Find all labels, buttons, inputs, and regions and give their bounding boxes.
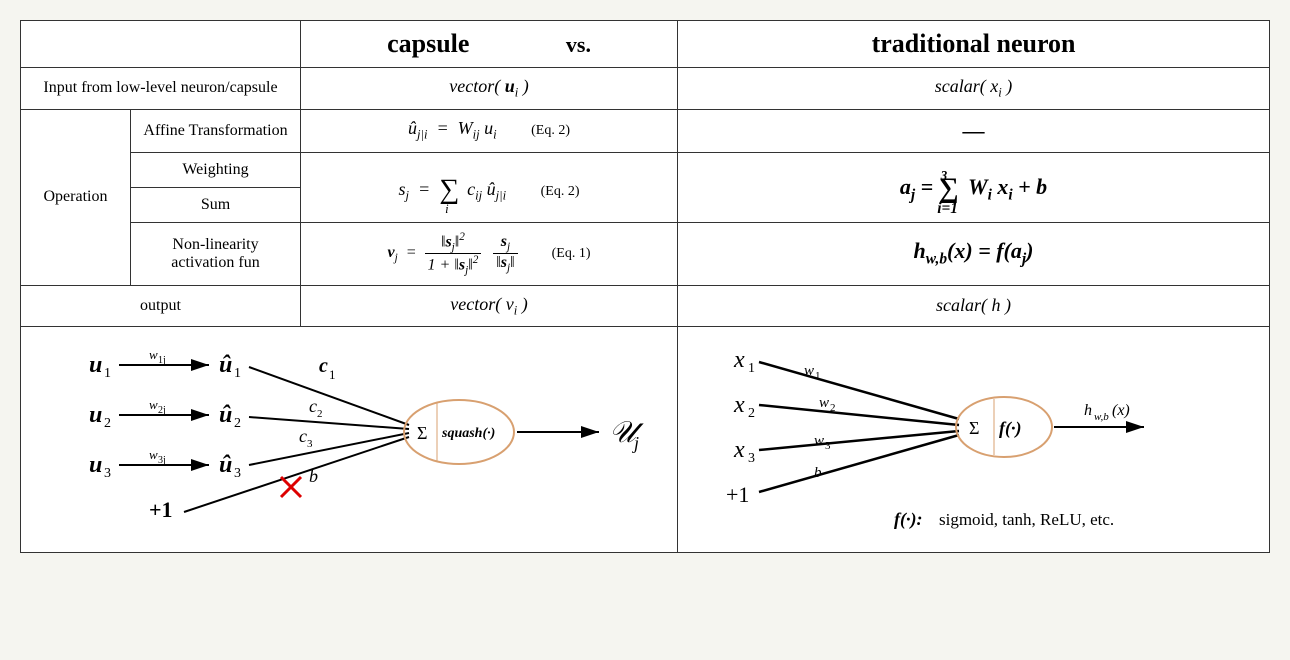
input-label: Input from low-level neuron/capsule: [21, 68, 301, 110]
svg-text:+1: +1: [726, 482, 749, 507]
svg-text:Σ: Σ: [969, 418, 979, 438]
svg-text:x: x: [733, 392, 745, 418]
svg-text:j: j: [632, 433, 639, 453]
svg-text:2j: 2j: [158, 405, 166, 416]
input-row: Input from low-level neuron/capsule vect…: [21, 68, 1270, 110]
svg-text:3: 3: [307, 438, 313, 450]
diagram-row: u1 u2 u3 +1 w1j w2j w3j û1 û2 û3 c1 c2 c…: [21, 327, 1270, 553]
svg-text:1: 1: [329, 367, 336, 382]
svg-text:2: 2: [104, 416, 111, 431]
neuron-output-label: h: [1084, 402, 1092, 419]
weighting-capsule: sj = ∑i cij ûj|i (Eq. 2): [301, 152, 678, 222]
svg-text:b: b: [814, 465, 822, 481]
nonlin-row: Non-linearity activation fun vj = ‖sj‖2 …: [21, 222, 1270, 285]
svg-text:û: û: [219, 452, 232, 478]
svg-text:x: x: [733, 437, 745, 463]
f-note-prefix: f(·):: [894, 509, 922, 530]
svg-text:w: w: [814, 433, 824, 449]
svg-text:2: 2: [234, 416, 241, 431]
output-label: output: [21, 285, 301, 327]
svg-text:1j: 1j: [158, 355, 166, 366]
nonlin-neuron: hw,b(x) = f(aj): [678, 222, 1270, 285]
svg-text:c: c: [319, 355, 328, 377]
svg-text:x: x: [733, 347, 745, 373]
input-capsule: vector( ui ): [301, 68, 678, 110]
svg-text:(x): (x): [1112, 402, 1130, 419]
capsule-diagram: u1 u2 u3 +1 w1j w2j w3j û1 û2 û3 c1 c2 c…: [39, 337, 659, 537]
svg-text:1: 1: [234, 366, 241, 381]
svg-text:u: u: [89, 452, 102, 478]
svg-text:squash(·): squash(·): [441, 426, 495, 441]
header-blank: [21, 21, 301, 68]
svg-text:c: c: [299, 426, 307, 446]
svg-text:w: w: [819, 395, 829, 411]
svg-text:w: w: [149, 397, 158, 412]
capsule-diagram-cell: u1 u2 u3 +1 w1j w2j w3j û1 û2 û3 c1 c2 c…: [21, 327, 678, 553]
header-vs: vs.: [566, 32, 591, 57]
weighting-neuron: aj = ∑3i=1Wi xi + b: [678, 152, 1270, 222]
svg-text:w,b: w,b: [1094, 411, 1109, 423]
neuron-diagram: x1 x2 x3 +1 w1 w2 w3 b Σ f(·) h w,b (: [704, 337, 1244, 537]
svg-text:3: 3: [748, 451, 755, 466]
red-x-icon: [281, 477, 301, 497]
svg-text:Σ: Σ: [417, 423, 427, 443]
svg-text:u: u: [89, 402, 102, 428]
nonlin-eqnum: (Eq. 1): [552, 246, 591, 261]
nonlin-label: Non-linearity activation fun: [131, 222, 301, 285]
weighting-eqnum: (Eq. 2): [541, 184, 580, 199]
weighting-label: Weighting: [131, 152, 301, 187]
operation-label: Operation: [21, 109, 131, 285]
svg-text:w: w: [149, 447, 158, 462]
svg-text:1: 1: [104, 366, 111, 381]
input-neuron: scalar( xi ): [678, 68, 1270, 110]
affine-capsule: ûj|i = Wij ui (Eq. 2): [301, 109, 678, 152]
u1-label: u: [89, 352, 102, 378]
affine-row: Operation Affine Transformation ûj|i = W…: [21, 109, 1270, 152]
svg-text:2: 2: [317, 408, 323, 420]
comparison-table: capsule vs. traditional neuron Input fro…: [20, 20, 1270, 553]
svg-text:f(·): f(·): [999, 418, 1021, 439]
svg-text:3: 3: [104, 466, 111, 481]
svg-text:c: c: [309, 396, 317, 416]
svg-text:1: 1: [748, 361, 755, 376]
svg-text:3j: 3j: [158, 455, 166, 466]
svg-text:3: 3: [234, 466, 241, 481]
header-neuron: traditional neuron: [678, 21, 1270, 68]
weighting-row: Weighting sj = ∑i cij ûj|i (Eq. 2) aj = …: [21, 152, 1270, 187]
header-capsule-text: capsule: [387, 29, 469, 58]
affine-eqnum: (Eq. 2): [531, 123, 570, 138]
affine-label: Affine Transformation: [131, 109, 301, 152]
svg-text:2: 2: [748, 406, 755, 421]
svg-text:w: w: [149, 347, 158, 362]
nonlin-capsule: vj = ‖sj‖2 1 + ‖sj‖2 sj ‖sj‖ (Eq. 1): [301, 222, 678, 285]
output-neuron: scalar( h ): [678, 285, 1270, 327]
header-row: capsule vs. traditional neuron: [21, 21, 1270, 68]
svg-text:+1: +1: [149, 497, 173, 522]
sum-label: Sum: [131, 187, 301, 222]
header-capsule: capsule vs.: [301, 21, 678, 68]
svg-text:û: û: [219, 402, 232, 428]
header-neuron-text: traditional neuron: [872, 29, 1076, 58]
svg-text:3: 3: [825, 440, 831, 452]
svg-text:û: û: [219, 352, 232, 378]
neuron-diagram-cell: x1 x2 x3 +1 w1 w2 w3 b Σ f(·) h w,b (: [678, 327, 1270, 553]
output-row: output vector( vi ) scalar( h ): [21, 285, 1270, 327]
output-capsule: vector( vi ): [301, 285, 678, 327]
f-note: sigmoid, tanh, ReLU, etc.: [939, 510, 1114, 529]
affine-neuron: —: [678, 109, 1270, 152]
